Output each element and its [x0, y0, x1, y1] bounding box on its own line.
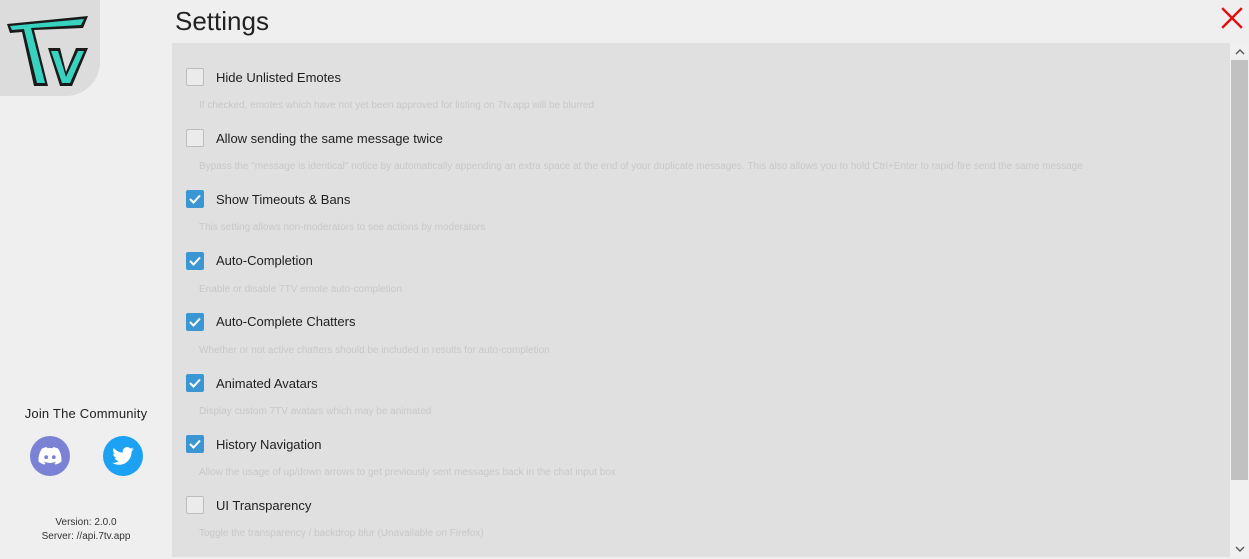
setting-item: Show Timeouts & Bans This setting allows …: [172, 190, 1230, 251]
close-icon: [1221, 7, 1243, 29]
sidebar: Join The Community Version: 2.0.0 Server…: [0, 0, 172, 559]
server-label: Server: //api.7tv.app: [41, 531, 131, 542]
check-icon: [189, 378, 201, 388]
check-icon: [189, 317, 201, 327]
setting-item: Allow sending the same message twice Bypa…: [172, 129, 1230, 190]
check-icon: [189, 256, 201, 266]
scroll-up-button[interactable]: [1230, 43, 1249, 59]
scroll-down-button[interactable]: [1230, 541, 1249, 557]
setting-description: This setting allows non-moderators to se…: [199, 222, 486, 234]
7tv-logo-icon: [7, 16, 88, 86]
version-label: Version: 2.0.0: [55, 517, 117, 528]
setting-toggle[interactable]: Auto-Completion: [186, 251, 313, 270]
scrollbar-thumb[interactable]: [1231, 60, 1248, 480]
setting-toggle[interactable]: Auto-Complete Chatters: [186, 312, 356, 331]
discord-button[interactable]: [30, 436, 70, 476]
setting-description: Enable or disable 7TV emote auto-complet…: [199, 283, 402, 295]
setting-description: Toggle the transparency / backdrop blur …: [199, 528, 484, 540]
setting-toggle[interactable]: UI Transparency: [186, 496, 312, 515]
setting-item: Animated Avatars Display custom 7TV avata…: [172, 374, 1230, 435]
checkbox-checked[interactable]: [186, 435, 204, 454]
setting-label: History Navigation: [216, 436, 322, 452]
chevron-down-icon: [1235, 546, 1244, 552]
setting-description: Whether or not active chatters should be…: [199, 344, 550, 356]
setting-label: Auto-Complete Chatters: [216, 314, 356, 330]
setting-label: UI Transparency: [216, 497, 312, 513]
setting-description: Display custom 7TV avatars which may be …: [199, 406, 432, 417]
scrollbar[interactable]: [1230, 43, 1249, 557]
logo: [0, 0, 100, 96]
setting-item: Auto-Complete Chatters Whether or not act…: [172, 312, 1230, 374]
checkbox-checked[interactable]: [186, 190, 204, 209]
setting-toggle[interactable]: Hide Unlisted Emotes: [186, 68, 341, 86]
setting-description: If checked, emotes which have not yet be…: [199, 100, 595, 111]
checkbox-checked[interactable]: [186, 251, 204, 270]
setting-item: Auto-Completion Enable or disable 7TV emo…: [172, 251, 1230, 313]
checkbox-checked[interactable]: [186, 374, 204, 392]
setting-label: Allow sending the same message twice: [216, 130, 443, 146]
setting-toggle[interactable]: Show Timeouts & Bans: [186, 190, 351, 209]
twitter-button[interactable]: [103, 436, 143, 476]
checkbox-unchecked[interactable]: [186, 496, 204, 515]
checkbox-unchecked[interactable]: [186, 68, 204, 86]
chevron-up-icon: [1235, 48, 1244, 54]
setting-toggle[interactable]: History Navigation: [186, 435, 322, 454]
checkbox-checked[interactable]: [186, 312, 204, 331]
setting-label: Show Timeouts & Bans: [216, 191, 351, 207]
setting-description: Allow the usage of up/down arrows to get…: [199, 467, 616, 479]
setting-description: Bypass the "message is identical" notice…: [199, 161, 1083, 173]
setting-item: Hide Unlisted Emotes If checked, emotes w…: [172, 68, 1230, 129]
discord-icon: [38, 447, 62, 465]
setting-label: Hide Unlisted Emotes: [216, 69, 341, 85]
setting-label: Auto-Completion: [216, 253, 313, 269]
checkbox-unchecked[interactable]: [186, 129, 204, 148]
setting-toggle[interactable]: Animated Avatars: [186, 374, 318, 392]
community-label: Join The Community: [24, 406, 148, 421]
setting-item: History Navigation Allow the usage of up/…: [172, 435, 1230, 496]
setting-label: Animated Avatars: [216, 375, 318, 391]
check-icon: [189, 195, 201, 205]
settings-panel: Hide Unlisted Emotes If checked, emotes w…: [172, 43, 1230, 557]
close-button[interactable]: [1218, 4, 1246, 32]
twitter-icon: [112, 447, 134, 465]
check-icon: [189, 440, 201, 450]
page-title: Settings: [175, 6, 269, 36]
setting-item: UI Transparency Toggle the transparency /…: [172, 496, 1230, 557]
setting-toggle[interactable]: Allow sending the same message twice: [186, 129, 443, 148]
